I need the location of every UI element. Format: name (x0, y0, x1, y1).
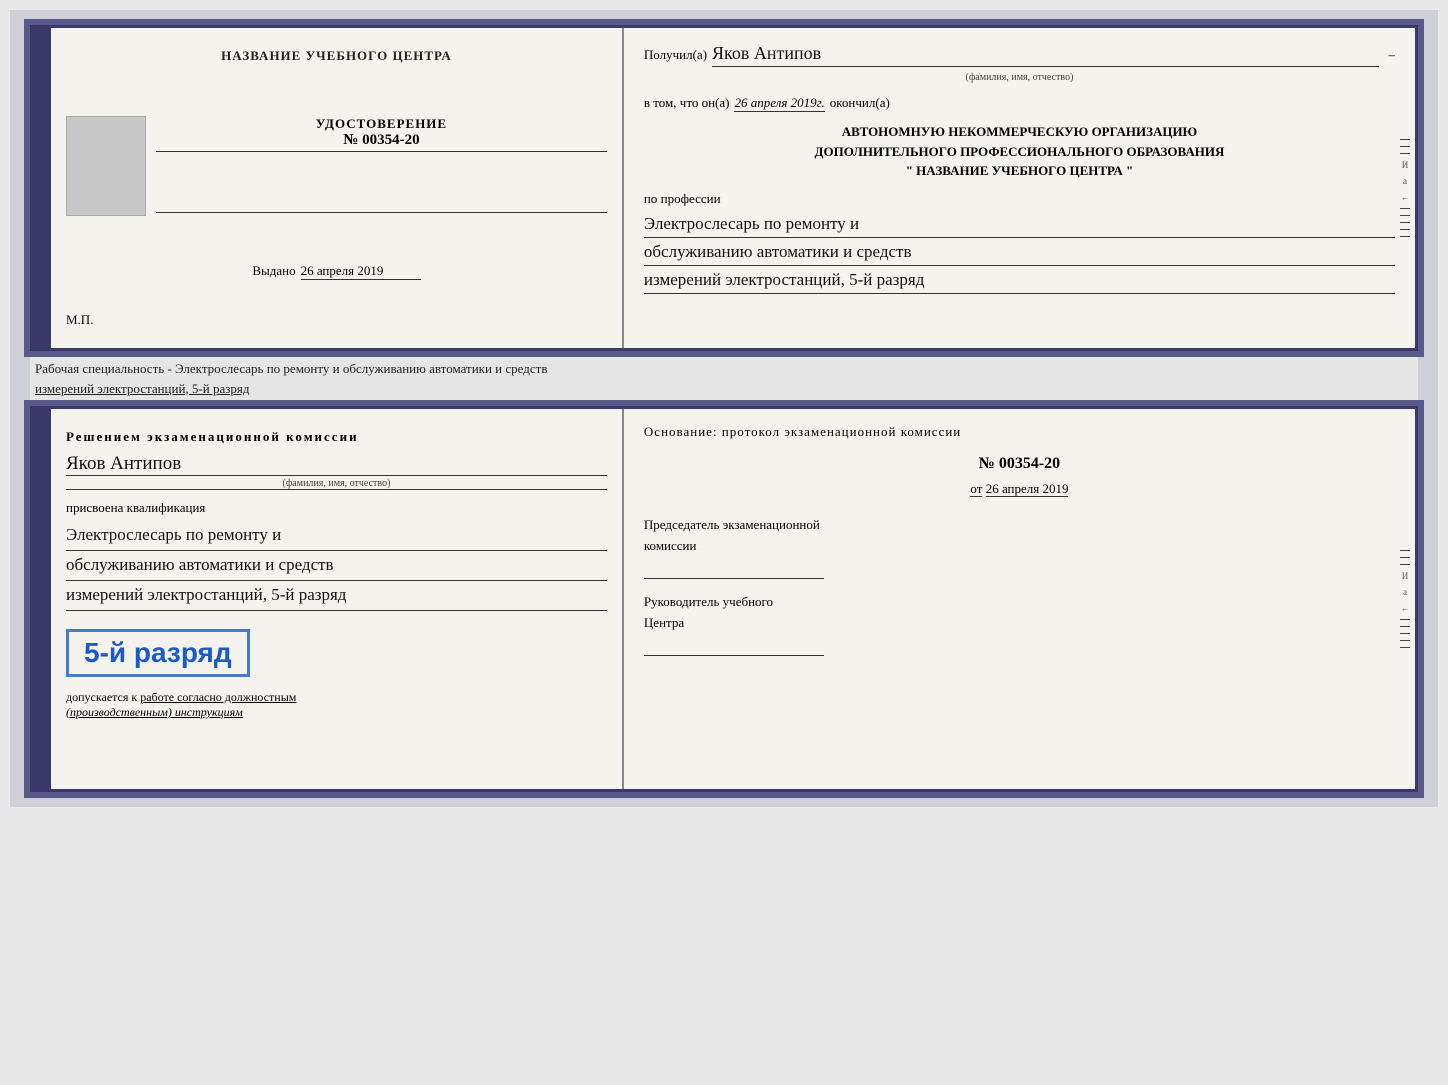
basis-number: № 00354-20 (644, 455, 1395, 473)
recipient-label: Получил(а) (644, 47, 707, 63)
bottom-certificate: Решением экзаменационной комиссии Яков А… (30, 406, 1418, 792)
cert-date-row: Выдано 26 апреля 2019 (252, 263, 420, 280)
qualification-line2: обслуживанию автоматики и средств (66, 551, 607, 581)
chairman-signature-line (644, 559, 824, 579)
qualification-line3: измерений электростанций, 5-й разряд (66, 581, 607, 611)
profession-line1: Электрослесарь по ремонту и (644, 210, 1395, 238)
director-label: Руководитель учебного (644, 594, 1395, 610)
basis-label: Основание: протокол экзаменационной коми… (644, 424, 1395, 440)
decision-name: Яков Антипов (66, 453, 607, 476)
recipient-sub: (фамилия, имя, отчество) (644, 72, 1395, 83)
profession-line3: измерений электростанций, 5-й разряд (644, 266, 1395, 294)
director-signature-line (644, 636, 824, 656)
bottom-cert-right: Основание: протокол экзаменационной коми… (624, 409, 1415, 789)
statement-row: в том, что он(а) 26 апреля 2019г. окончи… (644, 95, 1395, 112)
photo-placeholder (66, 116, 146, 216)
bottom-cert-left: Решением экзаменационной комиссии Яков А… (51, 409, 624, 789)
допуск-label: допускается к (66, 690, 137, 704)
top-cert-left: НАЗВАНИЕ УЧЕБНОГО ЦЕНТРА УДОСТОВЕРЕНИЕ №… (51, 28, 624, 348)
qualification-label: присвоена квалификация (66, 500, 607, 516)
left-decoration (33, 28, 51, 348)
date-label: Выдано (252, 263, 295, 279)
decision-title: Решением экзаменационной комиссии (66, 429, 607, 445)
chairman-block: Председатель экзаменационной комиссии (644, 517, 1395, 579)
statement-date: 26 апреля 2019г. (734, 95, 824, 112)
допуск-value: работе согласно должностным (140, 690, 296, 704)
page-wrapper: НАЗВАНИЕ УЧЕБНОГО ЦЕНТРА УДОСТОВЕРЕНИЕ №… (10, 10, 1438, 807)
cert-number-block: УДОСТОВЕРЕНИЕ № 00354-20 (156, 116, 607, 152)
basis-date-row: от 26 апреля 2019 (644, 481, 1395, 497)
допуск-italic: (производственным) инструкциям (66, 705, 243, 719)
допуск-row: допускается к работе согласно должностны… (66, 690, 607, 720)
profession-label: по профессии (644, 191, 1395, 207)
org-line2: ДОПОЛНИТЕЛЬНОГО ПРОФЕССИОНАЛЬНОГО ОБРАЗО… (644, 142, 1395, 162)
recipient-row: Получил(а) Яков Антипов – (644, 43, 1395, 67)
mp-label: М.П. (66, 312, 93, 328)
basis-date-prefix: от (970, 481, 982, 497)
cert-number: № 00354-20 (156, 132, 607, 152)
statement-label: в том, что он(а) (644, 95, 730, 111)
qualification-line1: Электрослесарь по ремонту и (66, 521, 607, 551)
description-line2: измерений электростанций, 5-й разряд (35, 379, 1413, 399)
description-text: Рабочая специальность - Электрослесарь п… (30, 351, 1418, 406)
bottom-right-margin-deco: И а ← (1395, 409, 1415, 789)
decision-sub: (фамилия, имя, отчество) (66, 478, 607, 490)
right-margin-deco: И а ← (1395, 28, 1415, 348)
profession-line2: обслуживанию автоматики и средств (644, 238, 1395, 266)
org-block: АВТОНОМНУЮ НЕКОММЕРЧЕСКУЮ ОРГАНИЗАЦИЮ ДО… (644, 122, 1395, 181)
director-sub: Центра (644, 615, 1395, 631)
top-cert-right: Получил(а) Яков Антипов – (фамилия, имя,… (624, 28, 1415, 348)
cert-label: УДОСТОВЕРЕНИЕ (156, 116, 607, 132)
statement-end: окончил(а) (830, 95, 890, 111)
top-certificate: НАЗВАНИЕ УЧЕБНОГО ЦЕНТРА УДОСТОВЕРЕНИЕ №… (30, 25, 1418, 351)
basis-date: 26 апреля 2019 (986, 481, 1069, 497)
date-value: 26 апреля 2019 (301, 263, 421, 280)
recipient-name: Яков Антипов (712, 43, 1378, 67)
chairman-sub: комиссии (644, 538, 1395, 554)
chairman-label: Председатель экзаменационной (644, 517, 1395, 533)
top-cert-title: НАЗВАНИЕ УЧЕБНОГО ЦЕНТРА (221, 48, 452, 64)
bottom-left-decoration (33, 409, 51, 789)
org-line3: " НАЗВАНИЕ УЧЕБНОГО ЦЕНТРА " (644, 161, 1395, 181)
description-line1: Рабочая специальность - Электрослесарь п… (35, 359, 1413, 379)
org-line1: АВТОНОМНУЮ НЕКОММЕРЧЕСКУЮ ОРГАНИЗАЦИЮ (644, 122, 1395, 142)
rank-badge: 5-й разряд (66, 629, 250, 677)
